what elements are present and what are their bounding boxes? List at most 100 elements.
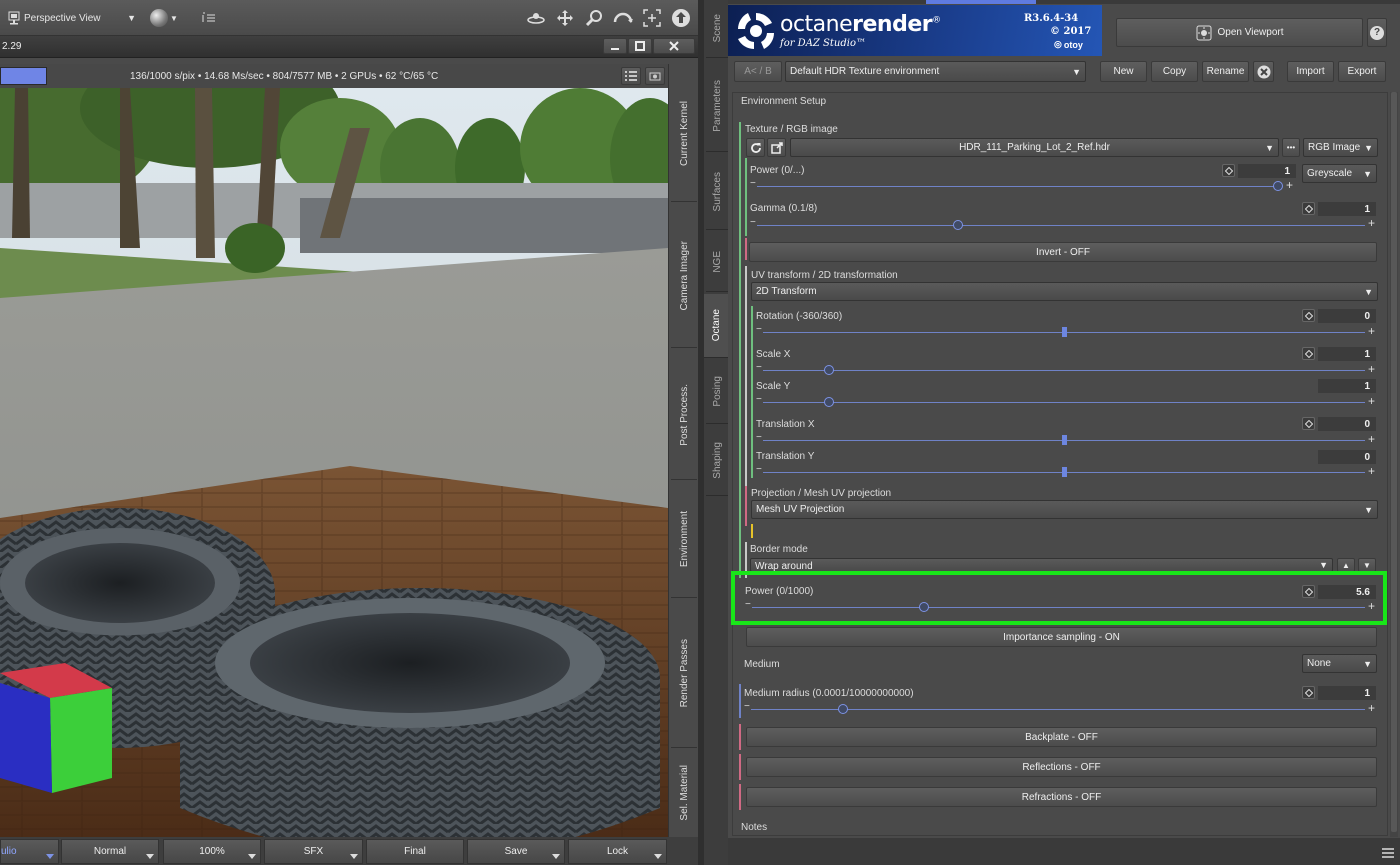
view-selector[interactable]: Perspective View ▼ bbox=[24, 9, 142, 27]
open-external-button[interactable] bbox=[767, 138, 786, 157]
scale-y-value[interactable]: 1 bbox=[1318, 379, 1376, 393]
snapshot-button[interactable] bbox=[645, 67, 665, 85]
power-tex-track[interactable] bbox=[757, 186, 1278, 187]
tab-render-passes[interactable]: Render Passes bbox=[671, 600, 697, 748]
increment-icon[interactable]: + bbox=[1368, 701, 1375, 715]
backplate-toggle[interactable]: Backplate - OFF bbox=[746, 727, 1377, 747]
bottom-dropdown-sfx[interactable]: SFX bbox=[264, 839, 363, 864]
rotation-value[interactable]: 0 bbox=[1318, 309, 1376, 323]
decrement-icon[interactable]: − bbox=[756, 394, 762, 405]
tool-settings-icon[interactable] bbox=[200, 9, 218, 27]
close-button[interactable] bbox=[653, 38, 695, 54]
uv-type-dropdown[interactable]: 2D Transform ▼ bbox=[751, 282, 1378, 301]
border-mode-down-button[interactable]: ▼ bbox=[1358, 558, 1376, 572]
translation-y-value[interactable]: 0 bbox=[1318, 450, 1376, 464]
importance-sampling-toggle[interactable]: Importance sampling - ON bbox=[746, 627, 1377, 647]
scrollbar[interactable] bbox=[1390, 92, 1398, 837]
bottom-button-final[interactable]: Final bbox=[366, 839, 464, 864]
keyframe-button[interactable] bbox=[1302, 309, 1315, 322]
render-image[interactable] bbox=[0, 88, 668, 837]
reload-button[interactable] bbox=[746, 138, 765, 157]
bottom-dropdown-studio[interactable]: ulio bbox=[0, 839, 59, 864]
translation-x-value[interactable]: 0 bbox=[1318, 417, 1376, 431]
dock-tab-scene[interactable]: Scene bbox=[706, 0, 728, 58]
bottom-dropdown-save[interactable]: Save bbox=[467, 839, 565, 864]
home-icon[interactable] bbox=[669, 6, 693, 30]
increment-icon[interactable]: + bbox=[1368, 432, 1375, 446]
power-tex-mode-dropdown[interactable]: Greyscale ▼ bbox=[1302, 164, 1377, 183]
export-button[interactable]: Export bbox=[1338, 61, 1386, 82]
preset-dropdown[interactable]: Default HDR Texture environment ▼ bbox=[785, 61, 1086, 82]
decrement-icon[interactable]: − bbox=[750, 178, 756, 189]
help-button[interactable]: ? bbox=[1367, 18, 1387, 47]
dock-tab-posing[interactable]: Posing bbox=[706, 360, 728, 424]
dock-tab-octane[interactable]: Octane bbox=[704, 294, 728, 358]
maximize-button[interactable] bbox=[628, 38, 652, 54]
keyframe-button[interactable] bbox=[1222, 164, 1235, 177]
delete-button[interactable] bbox=[1253, 61, 1274, 82]
shading-sphere-button[interactable]: ▼ bbox=[150, 7, 186, 29]
zoom-icon[interactable] bbox=[582, 6, 606, 30]
open-viewport-button[interactable]: Open Viewport bbox=[1116, 18, 1363, 47]
increment-icon[interactable]: + bbox=[1368, 464, 1375, 478]
minimize-button[interactable] bbox=[603, 38, 627, 54]
file-options-button[interactable]: ••• bbox=[1282, 138, 1300, 157]
ab-compare-button[interactable]: A< / B bbox=[734, 61, 782, 82]
rgb-type-dropdown[interactable]: RGB Image ▼ bbox=[1303, 138, 1378, 157]
import-button[interactable]: Import bbox=[1287, 61, 1334, 82]
keyframe-button[interactable] bbox=[1302, 417, 1315, 430]
rotation-knob[interactable] bbox=[1061, 327, 1067, 337]
power-tex-value[interactable]: 1 bbox=[1238, 164, 1296, 178]
power-tex-knob[interactable] bbox=[1273, 181, 1283, 191]
texture-file-dropdown[interactable]: HDR_111_Parking_Lot_2_Ref.hdr ▼ bbox=[790, 138, 1279, 157]
decrement-icon[interactable]: − bbox=[756, 324, 762, 335]
scale-x-track[interactable] bbox=[763, 370, 1365, 371]
increment-icon[interactable]: + bbox=[1368, 216, 1375, 230]
tab-environment[interactable]: Environment bbox=[671, 482, 697, 598]
gamma-knob[interactable] bbox=[952, 220, 963, 230]
new-button[interactable]: New bbox=[1100, 61, 1147, 82]
tab-sel-material[interactable]: Sel. Material bbox=[671, 750, 697, 836]
increment-icon[interactable]: + bbox=[1368, 362, 1375, 376]
reflections-toggle[interactable]: Reflections - OFF bbox=[746, 757, 1377, 777]
increment-icon[interactable]: + bbox=[1368, 324, 1375, 338]
medium-radius-value[interactable]: 1 bbox=[1318, 686, 1376, 700]
decrement-icon[interactable]: − bbox=[756, 362, 762, 373]
border-mode-dropdown[interactable]: Wrap around ▼ bbox=[750, 558, 1333, 572]
bottom-dropdown-lock[interactable]: Lock bbox=[568, 839, 667, 864]
increment-icon[interactable]: + bbox=[1368, 394, 1375, 408]
decrement-icon[interactable]: − bbox=[756, 464, 762, 475]
bottom-dropdown-normal[interactable]: Normal bbox=[61, 839, 159, 864]
increment-icon[interactable]: + bbox=[1286, 178, 1293, 192]
panel-menu-icon[interactable] bbox=[1380, 846, 1396, 860]
keyframe-button[interactable] bbox=[1302, 202, 1315, 215]
bottom-dropdown-zoom[interactable]: 100% bbox=[163, 839, 261, 864]
rename-button[interactable]: Rename bbox=[1202, 61, 1249, 82]
border-mode-up-button[interactable]: ▲ bbox=[1337, 558, 1355, 572]
translation-x-knob[interactable] bbox=[1061, 435, 1067, 445]
decrement-icon[interactable]: − bbox=[750, 217, 756, 228]
gamma-track[interactable] bbox=[757, 225, 1365, 226]
medium-dropdown[interactable]: None ▼ bbox=[1302, 654, 1377, 673]
scale-y-track[interactable] bbox=[763, 402, 1365, 403]
projection-dropdown[interactable]: Mesh UV Projection ▼ bbox=[751, 500, 1378, 519]
camera-icon[interactable] bbox=[6, 10, 22, 26]
pan-icon[interactable] bbox=[553, 6, 577, 30]
scrollbar-thumb[interactable] bbox=[1391, 92, 1397, 832]
translation-y-knob[interactable] bbox=[1061, 467, 1067, 477]
scale-x-value[interactable]: 1 bbox=[1318, 347, 1376, 361]
dock-tab-parameters[interactable]: Parameters bbox=[706, 60, 728, 152]
dock-tab-nge[interactable]: NGE bbox=[706, 232, 728, 292]
list-icon-button[interactable] bbox=[621, 67, 641, 85]
bank-icon[interactable] bbox=[611, 6, 635, 30]
dock-tab-shaping[interactable]: Shaping bbox=[706, 426, 728, 496]
gamma-value[interactable]: 1 bbox=[1318, 202, 1376, 216]
decrement-icon[interactable]: − bbox=[744, 701, 750, 712]
tab-camera-imager[interactable]: Camera Imager bbox=[671, 204, 697, 348]
orbit-icon[interactable] bbox=[524, 6, 548, 30]
frame-icon[interactable] bbox=[640, 6, 664, 30]
keyframe-button[interactable] bbox=[1302, 347, 1315, 360]
tab-post-process[interactable]: Post Process. bbox=[671, 350, 697, 480]
decrement-icon[interactable]: − bbox=[756, 432, 762, 443]
tab-current-kernel[interactable]: Current Kernel bbox=[671, 66, 697, 202]
